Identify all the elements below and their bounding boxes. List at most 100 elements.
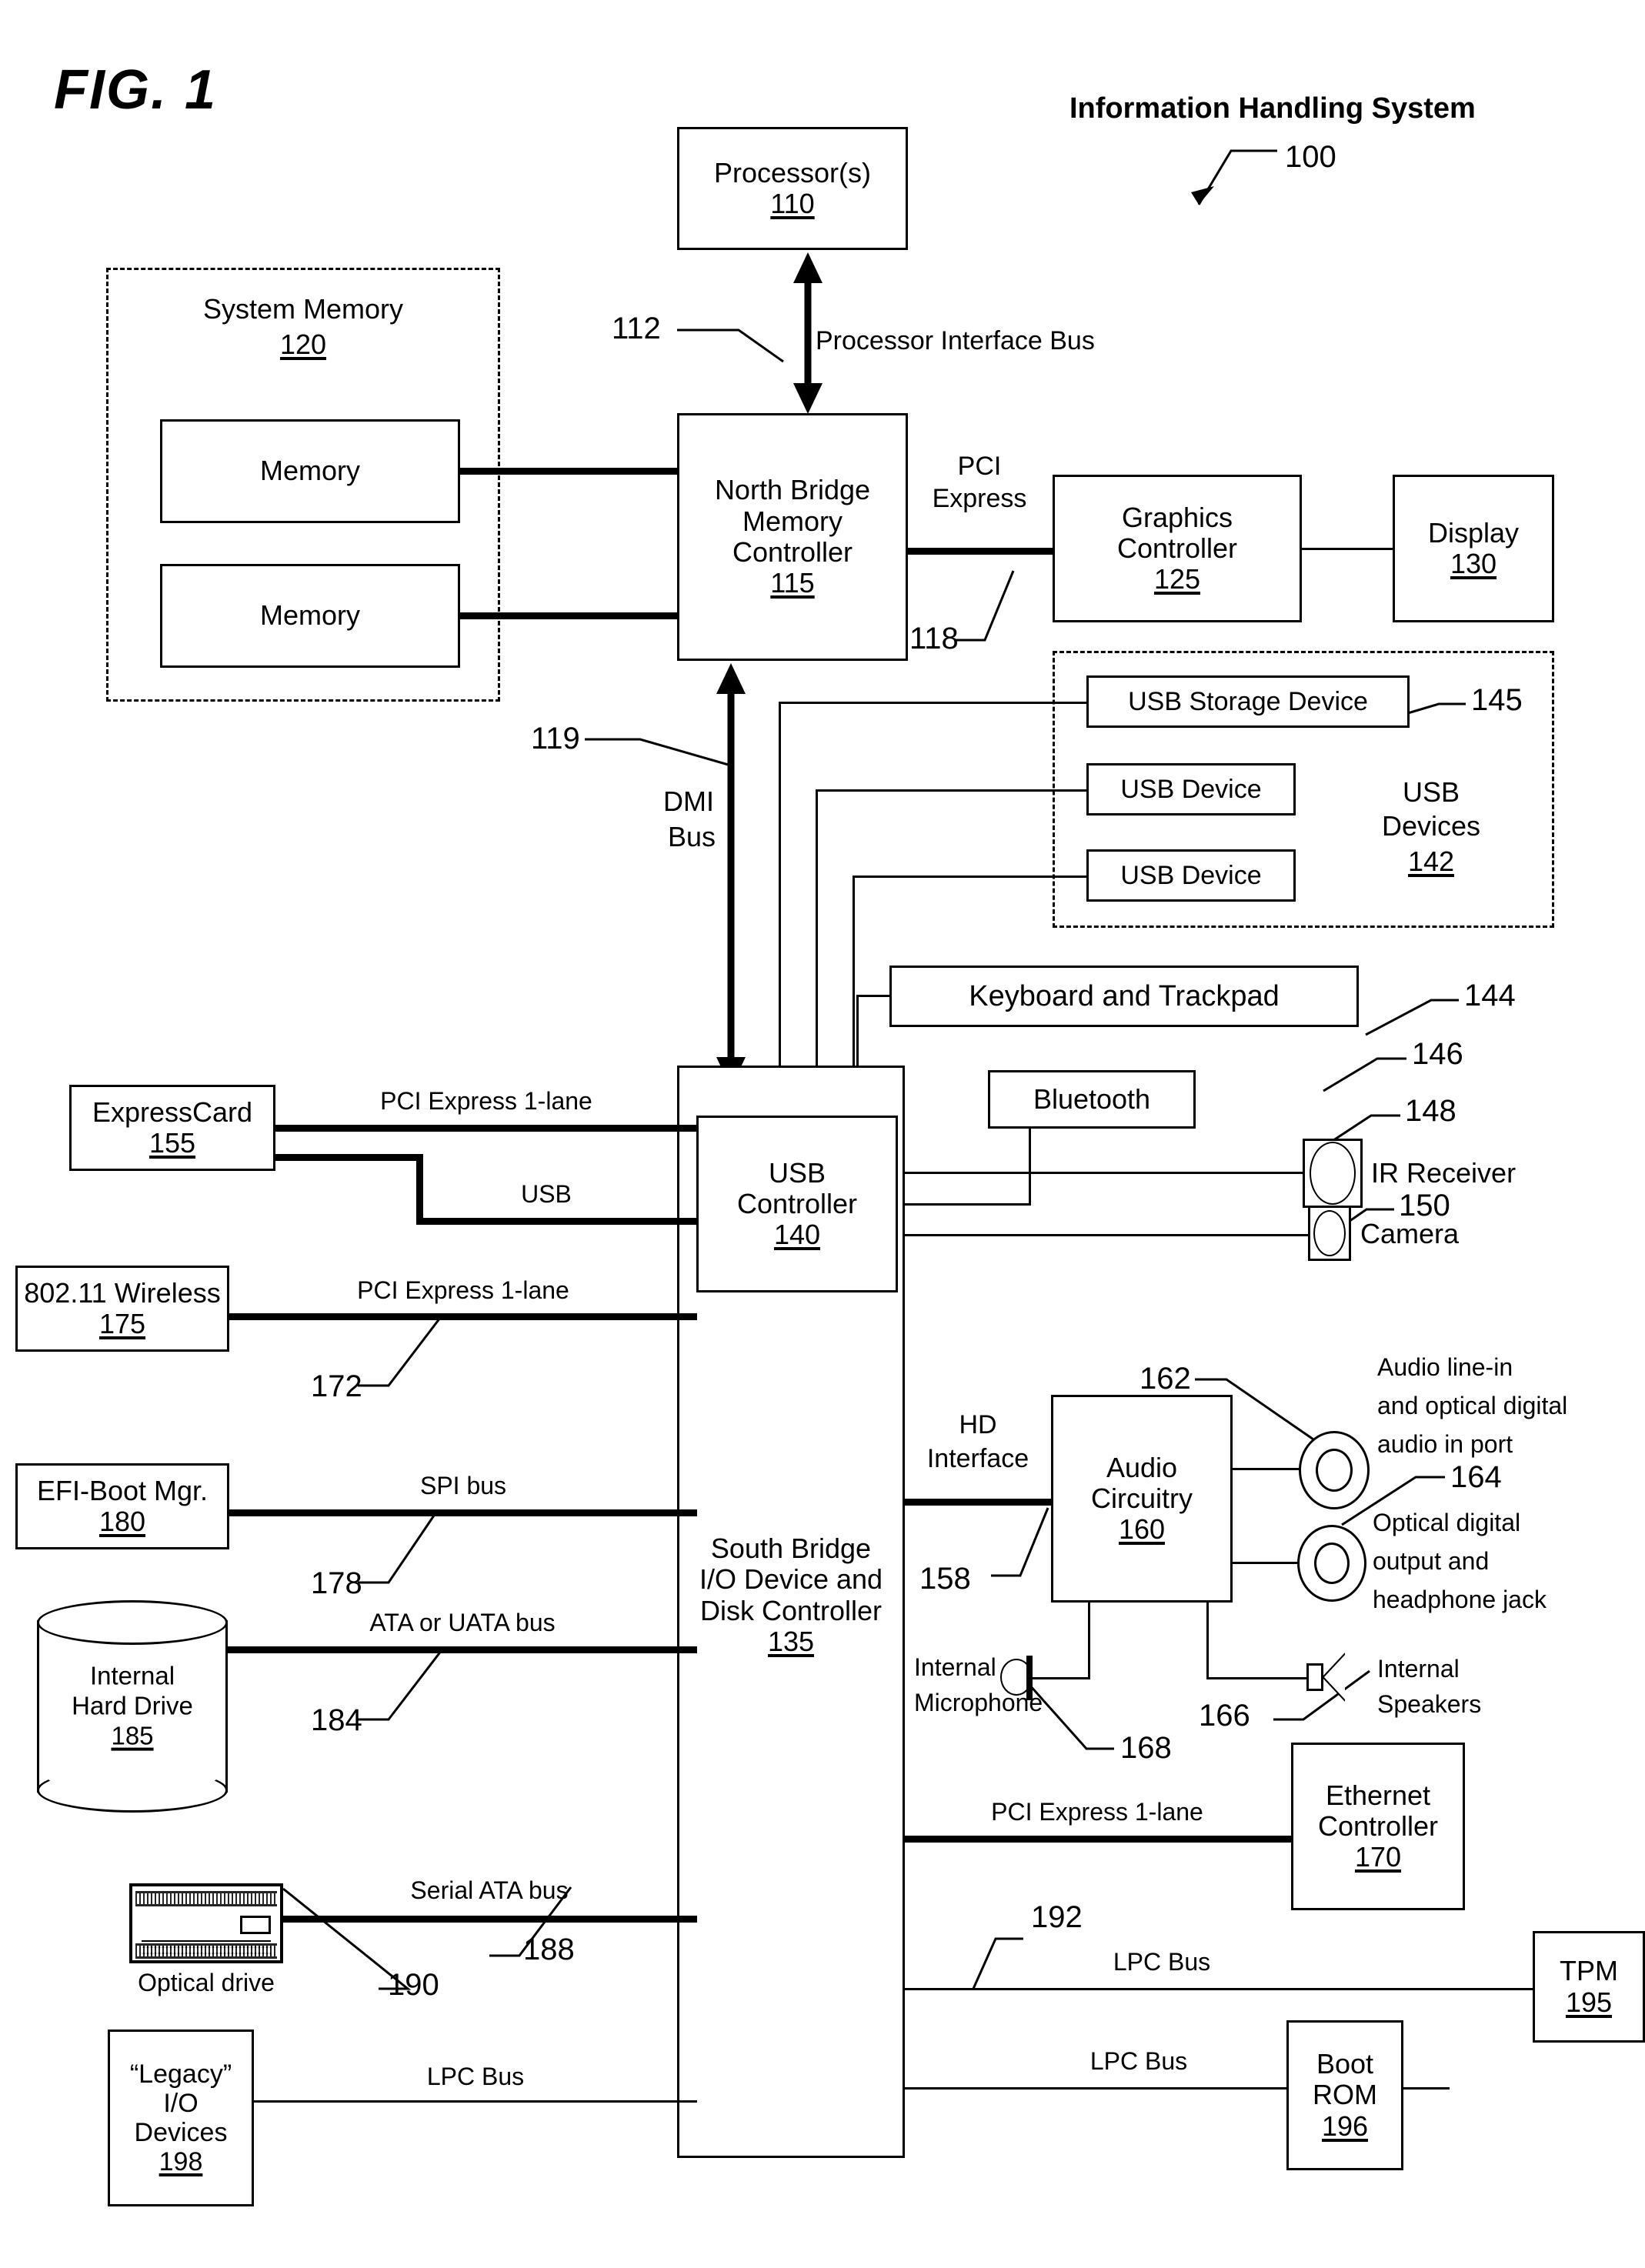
bluetooth-drop <box>1029 1128 1031 1205</box>
ethernet-controller-block[interactable]: Ethernet Controller 170 <box>1291 1743 1465 1910</box>
usb-device-1-link <box>816 789 1086 792</box>
audio-out-ref-164: 164 <box>1450 1460 1502 1494</box>
dmi-bus-label-line2: Bus <box>668 821 716 852</box>
north-bridge-line2: Memory <box>742 505 843 537</box>
keyboard-title: Keyboard and Trackpad <box>969 979 1280 1012</box>
pci-express-label-line2: Express <box>932 484 1027 513</box>
north-bridge-line1: North Bridge <box>714 474 871 506</box>
patent-figure-page: FIG. 1 Information Handling System 100 P… <box>0 0 1645 2268</box>
pcie-1lane-expresscard-label: PCI Express 1-lane <box>380 1087 592 1115</box>
hard-drive-line2: Hard Drive <box>72 1691 193 1720</box>
ethernet-line1: Ethernet <box>1325 1779 1431 1811</box>
system-memory-title: System Memory <box>202 293 404 325</box>
optical-drive-label: Optical drive <box>138 1969 275 1996</box>
tpm-block[interactable]: TPM 195 <box>1533 1931 1645 2043</box>
hd-interface-bus <box>905 1499 1051 1506</box>
lpc-tpm-bus-label: LPC Bus <box>1113 1948 1211 1976</box>
internal-hard-drive-icon[interactable]: Internal Hard Drive 185 <box>37 1600 228 1813</box>
bus-ref-178: 178 <box>311 1566 362 1600</box>
usb-controller-block[interactable]: USB Controller 140 <box>696 1116 898 1292</box>
bluetooth-block[interactable]: Bluetooth <box>988 1070 1196 1129</box>
audio-mic-drop <box>1088 1603 1090 1679</box>
bus-ref-184: 184 <box>311 1703 362 1737</box>
audio-out-link <box>1231 1562 1299 1564</box>
lpc-legacy-bus <box>254 2100 697 2103</box>
tpm-title: TPM <box>1560 1955 1618 1987</box>
dmi-bus-label-line1: DMI <box>663 785 714 817</box>
camera-ref-150: 150 <box>1399 1189 1450 1222</box>
figure-label: FIG. 1 <box>54 59 218 121</box>
memory-bus-1 <box>460 468 680 475</box>
ethernet-line2: Controller <box>1317 1809 1439 1842</box>
usb-devices-group-ref: 142 <box>1407 845 1455 877</box>
pcie-1lane-ethernet-label: PCI Express 1-lane <box>991 1798 1203 1826</box>
bus-ref-118: 118 <box>909 622 959 655</box>
processor-block[interactable]: Processor(s) 110 <box>677 127 908 250</box>
graphics-controller-block[interactable]: Graphics Controller 125 <box>1053 475 1302 622</box>
bus-ref-119: 119 <box>531 722 580 755</box>
audio-out-line1: Optical digital <box>1373 1509 1521 1536</box>
ethernet-pcie-bus <box>903 1836 1291 1843</box>
usb-device-block-1[interactable]: USB Device <box>1086 763 1296 815</box>
keyboard-link <box>856 995 891 997</box>
memory-block-2[interactable]: Memory <box>160 564 460 668</box>
legacy-io-block[interactable]: “Legacy” I/O Devices 198 <box>108 2030 254 2206</box>
boot-rom-ref: 196 <box>1321 2110 1369 2142</box>
audio-line-in-line2: and optical digital <box>1377 1392 1568 1419</box>
ata-bus <box>228 1646 697 1653</box>
camera-label: Camera <box>1360 1218 1460 1249</box>
usb-device-block-2[interactable]: USB Device <box>1086 849 1296 902</box>
boot-rom-line2: ROM <box>1313 2079 1377 2111</box>
memory-block-1[interactable]: Memory <box>160 419 460 523</box>
audio-line-in-line1: Audio line-in <box>1377 1353 1513 1381</box>
usb-controller-line1: USB <box>768 1156 826 1189</box>
ir-receiver-ref-148: 148 <box>1405 1094 1456 1128</box>
memory-1-label: Memory <box>259 455 360 487</box>
pci-express-label-line1: PCI <box>957 452 1002 481</box>
audio-line1: Audio <box>1106 1451 1178 1483</box>
hd-interface-line2: Interface <box>926 1444 1029 1473</box>
audio-ref: 160 <box>1118 1513 1166 1546</box>
north-bridge-line3: Controller <box>732 536 853 568</box>
hard-drive-ref: 185 <box>111 1721 154 1750</box>
ir-receiver-link <box>900 1172 1303 1174</box>
north-bridge-block[interactable]: North Bridge Memory Controller 115 <box>677 413 908 661</box>
display-title: Display <box>1427 516 1520 549</box>
legacy-io-line3: Devices <box>134 2118 228 2147</box>
keyboard-trackpad-block[interactable]: Keyboard and Trackpad <box>889 966 1359 1027</box>
wireless-block[interactable]: 802.11 Wireless 175 <box>15 1266 229 1352</box>
north-bridge-ref: 115 <box>770 567 815 599</box>
processor-ref: 110 <box>770 188 815 219</box>
processor-title: Processor(s) <box>713 156 872 188</box>
pcie-1lane-wireless-label: PCI Express 1-lane <box>357 1276 569 1304</box>
audio-speaker-drop <box>1206 1603 1209 1679</box>
internal-mic-ref-168: 168 <box>1120 1731 1172 1765</box>
audio-line-in-ref-162: 162 <box>1139 1362 1191 1396</box>
audio-circuitry-block[interactable]: Audio Circuitry 160 <box>1051 1395 1233 1603</box>
display-block[interactable]: Display 130 <box>1393 475 1554 622</box>
graphics-ref: 125 <box>1153 563 1201 595</box>
usb-controller-ref: 140 <box>773 1219 821 1251</box>
keyboard-ref-144: 144 <box>1464 979 1516 1012</box>
wireless-title: 802.11 Wireless <box>24 1276 221 1309</box>
lpc-tpm-bus <box>903 1988 1534 1990</box>
expresscard-block[interactable]: ExpressCard 155 <box>69 1085 275 1171</box>
bus-ref-158: 158 <box>919 1562 971 1596</box>
optical-drive-icon[interactable] <box>129 1883 283 1963</box>
boot-rom-block[interactable]: Boot ROM 196 <box>1286 2020 1403 2170</box>
legacy-io-line1: “Legacy” <box>129 2059 232 2089</box>
audio-mic-link <box>1028 1677 1089 1679</box>
efi-boot-mgr-block[interactable]: EFI-Boot Mgr. 180 <box>15 1463 229 1549</box>
usb-bus-label: USB <box>521 1180 572 1208</box>
south-bridge-line1: South Bridge <box>710 1533 872 1564</box>
usb-devices-group-line2: Devices <box>1381 810 1481 842</box>
memory-bus-2 <box>460 612 680 619</box>
serial-ata-bus <box>282 1916 697 1923</box>
ir-receiver-icon <box>1303 1139 1363 1208</box>
bus-ref-188: 188 <box>523 1933 575 1966</box>
pci-express-bus <box>906 548 1053 555</box>
audio-out-port-icon <box>1297 1525 1366 1602</box>
south-bridge-line2: I/O Device and <box>699 1563 883 1596</box>
south-bridge-line3: Disk Controller <box>699 1594 883 1626</box>
usb-storage-device-block[interactable]: USB Storage Device <box>1086 675 1410 728</box>
